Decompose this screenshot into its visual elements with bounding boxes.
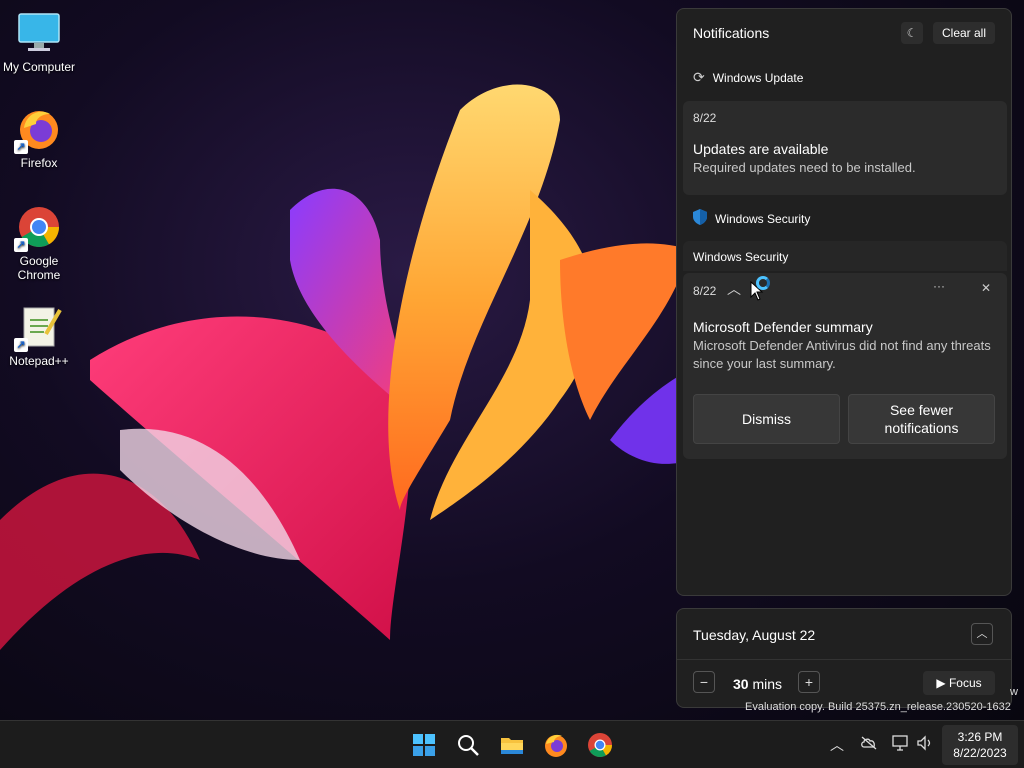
shortcut-arrow-icon: ↗	[14, 140, 28, 154]
desktop-icon-label: Google Chrome	[17, 254, 61, 282]
desktop-icon-label: Notepad++	[9, 354, 69, 368]
notification-title: Updates are available	[693, 141, 829, 157]
busy-spinner-icon	[756, 276, 770, 290]
watermark-line1: w	[1010, 686, 1018, 698]
notification-body: Required updates need to be installed.	[693, 160, 916, 175]
notepadpp-icon: ↗	[14, 304, 62, 352]
expand-calendar-chevron-icon[interactable]: ︿	[971, 623, 993, 645]
calendar-date: Tuesday, August 22	[693, 627, 816, 643]
network-icon[interactable]	[892, 735, 910, 754]
monitor-icon	[16, 10, 62, 56]
app-group-name: Windows Update	[712, 70, 804, 85]
taskbar: ︿ 3:26 PM 8/22/2023	[0, 720, 1024, 768]
clock-time: 3:26 PM	[957, 730, 1003, 744]
notification-defender-summary[interactable]: 8/22 ︿ ··· ✕ Microsoft Defender summary …	[683, 273, 1007, 459]
do-not-disturb-icon[interactable]: ☾	[901, 22, 923, 44]
shield-icon	[693, 209, 707, 228]
desktop-icon-google-chrome[interactable]: ↗ Google Chrome	[0, 204, 78, 282]
notification-stack-header: Windows Security	[683, 241, 1007, 271]
cloud-offline-icon[interactable]	[860, 735, 878, 754]
clear-all-button[interactable]: Clear all	[933, 22, 995, 44]
desktop-icon-label: Firefox	[20, 156, 58, 170]
collapse-chevron-icon[interactable]: ︿	[727, 279, 741, 299]
taskbar-clock[interactable]: 3:26 PM 8/22/2023	[942, 725, 1018, 765]
focus-duration-value: 30	[733, 676, 749, 692]
focus-button-label: Focus	[948, 676, 982, 690]
start-icon[interactable]	[410, 731, 438, 759]
shortcut-arrow-icon: ↗	[14, 338, 28, 352]
chrome-icon: ↗	[14, 204, 62, 252]
watermark-build: Evaluation copy. Build 25375.zn_release.…	[745, 701, 1011, 713]
chevron-up-icon[interactable]: ︿	[830, 735, 844, 755]
firefox-icon: ↗	[14, 106, 62, 154]
desktop-icon-notepadpp[interactable]: ↗ Notepad++	[0, 304, 78, 368]
calendar-focus-panel: Tuesday, August 22 ︿ − 30 mins + ▶ Focus	[676, 608, 1012, 708]
focus-duration-unit: mins	[752, 676, 783, 692]
notification-body: Microsoft Defender Antivirus did not fin…	[693, 338, 991, 371]
decrease-focus-button[interactable]: −	[693, 671, 715, 693]
file-explorer-icon[interactable]	[498, 731, 526, 759]
volume-icon[interactable]	[916, 735, 934, 754]
firefox-icon[interactable]	[542, 731, 570, 759]
dismiss-button[interactable]: Dismiss	[693, 394, 840, 444]
notifications-header: Notifications	[693, 25, 770, 41]
search-icon[interactable]	[454, 731, 482, 759]
notification-date: 8/22	[693, 111, 717, 125]
app-group-windows-update[interactable]: ⟳ Windows Update	[693, 69, 803, 86]
clock-date: 8/22/2023	[953, 746, 1007, 760]
app-group-name: Windows Security	[715, 211, 811, 226]
close-notification-button[interactable]: ✕	[981, 281, 991, 295]
focus-button[interactable]: ▶ Focus	[923, 671, 995, 695]
increase-focus-button[interactable]: +	[798, 671, 820, 693]
notification-subheader: Windows Security	[693, 250, 789, 264]
shortcut-arrow-icon: ↗	[14, 238, 28, 252]
focus-duration: 30 mins	[733, 676, 782, 692]
refresh-icon: ⟳	[693, 69, 705, 85]
notification-title: Microsoft Defender summary	[693, 319, 873, 335]
desktop-icon-my-computer[interactable]: My Computer	[0, 10, 78, 74]
notification-windows-update[interactable]: 8/22 Updates are available Required upda…	[683, 101, 1007, 195]
app-group-windows-security[interactable]: Windows Security	[693, 209, 810, 228]
divider	[677, 659, 1011, 660]
notification-date: 8/22	[693, 284, 717, 298]
notification-center: Notifications ☾ Clear all ⟳ Windows Upda…	[676, 8, 1012, 596]
chrome-icon[interactable]	[586, 731, 614, 759]
see-fewer-notifications-button[interactable]: See fewer notifications	[848, 394, 995, 444]
more-options-button[interactable]: ···	[933, 279, 945, 293]
desktop-icon-label: My Computer	[2, 60, 76, 74]
desktop-icon-firefox[interactable]: ↗ Firefox	[0, 106, 78, 170]
play-icon: ▶	[936, 676, 946, 690]
